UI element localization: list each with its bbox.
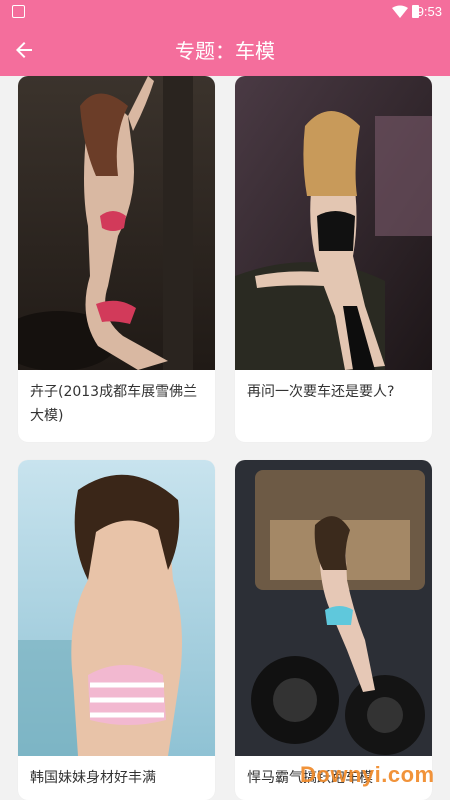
page-title: 专题：车模 [175,39,275,63]
photo-woman-pink-striped-bikini [18,460,215,756]
photo-woman-suv-tires [235,460,432,756]
app-bar: 专题：车模 [0,24,450,76]
status-time: 9:53 [416,4,442,19]
status-bar: 9:53 [0,0,450,24]
topic-card[interactable]: 韩国妹妹身材好丰满 [18,460,215,800]
photo-woman-black-lingerie-car [235,76,432,370]
topic-card[interactable]: 悍马霸气搞跃跑车模 [235,460,432,800]
topic-caption: 韩国妹妹身材好丰满 [30,770,156,786]
notification-icon [12,5,25,18]
topic-card[interactable]: 再问一次要车还是要人? [235,76,432,442]
photo-woman-red-bikini [18,76,215,370]
topic-card[interactable]: 卉子(2013成都车展雪佛兰大模) [18,76,215,442]
topic-caption: 再问一次要车还是要人? [247,384,395,400]
wifi-icon [392,5,408,18]
topic-caption: 卉子(2013成都车展雪佛兰大模) [30,384,198,424]
watermark-logo: Downyi.com [300,762,435,787]
